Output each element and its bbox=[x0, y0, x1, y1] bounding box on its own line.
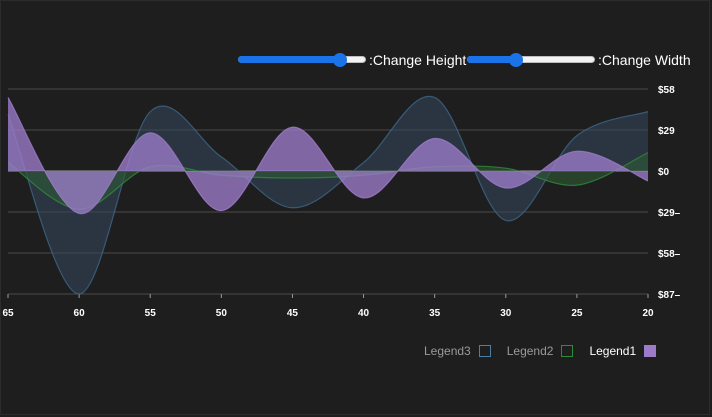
x-tick-label: 30 bbox=[500, 308, 512, 319]
legend-label: Legend2 bbox=[506, 344, 554, 358]
x-tick-label: 25 bbox=[571, 308, 583, 319]
y-tick-label: $0 bbox=[658, 167, 670, 178]
legend-swatch bbox=[478, 345, 491, 357]
x-tick-label: 40 bbox=[358, 308, 370, 319]
legend-item-legend3[interactable]: Legend3 bbox=[424, 344, 491, 358]
x-tick-label: 55 bbox=[145, 308, 157, 319]
x-tick-label: 50 bbox=[216, 308, 228, 319]
legend-swatch bbox=[561, 345, 574, 357]
legend-item-legend2[interactable]: Legend2 bbox=[507, 344, 574, 358]
legend-label: Legend3 bbox=[424, 344, 471, 358]
y-tick-label: $29 bbox=[658, 126, 675, 137]
y-tick-label: $58– bbox=[658, 249, 681, 260]
legend-swatch bbox=[644, 345, 657, 357]
x-tick-label: 45 bbox=[287, 308, 299, 319]
chart-legend: Legend3 Legend2 Legend1 bbox=[424, 344, 672, 358]
y-tick-label: $58 bbox=[658, 85, 675, 96]
x-tick-label: 60 bbox=[74, 308, 86, 319]
x-tick-label: 20 bbox=[642, 308, 654, 319]
legend-label: Legend1 bbox=[589, 344, 637, 358]
x-tick-label: 35 bbox=[429, 308, 441, 319]
y-tick-label: $87– bbox=[658, 290, 681, 301]
y-tick-label: $29– bbox=[658, 208, 681, 219]
x-tick-label: 65 bbox=[2, 308, 14, 319]
legend-item-legend1[interactable]: Legend1 bbox=[589, 344, 657, 358]
area-chart: $58 $29 $0 $29– $58– $87– 65 60 55 50 45 40 35 30 25 20 bbox=[2, 85, 681, 319]
